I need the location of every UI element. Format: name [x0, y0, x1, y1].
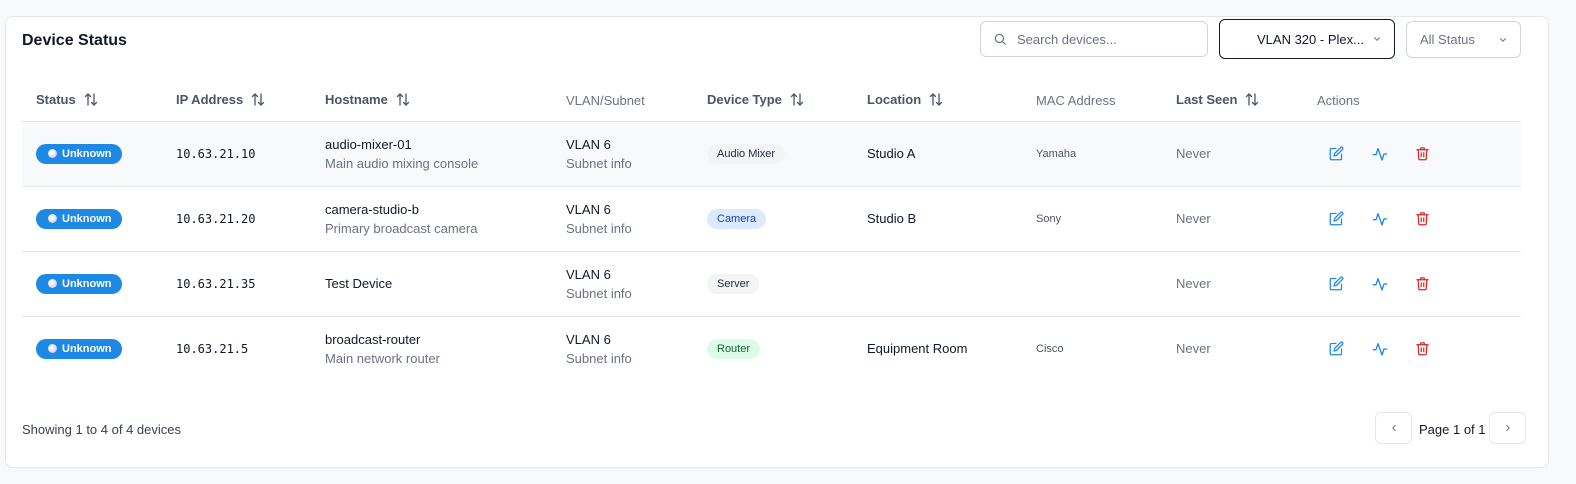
status-filter-value: All Status — [1420, 32, 1475, 47]
ip-address: 10.63.21.5 — [176, 341, 249, 356]
sort-arrows-icon[interactable] — [1245, 92, 1259, 109]
trash-icon[interactable] — [1413, 209, 1432, 228]
device-type-badge: Camera — [707, 208, 767, 229]
location: Equipment Room — [867, 341, 968, 357]
column-header-vlan: VLAN/Subnet — [566, 80, 707, 122]
chevron-left-icon — [1391, 424, 1396, 432]
row-actions — [1317, 274, 1521, 293]
status-badge: Unknown — [36, 208, 122, 229]
pagination-summary: Showing 1 to 4 of 4 devices — [22, 422, 181, 437]
hostname: camera-studio-b — [325, 201, 419, 217]
device-description: Main network router — [325, 350, 440, 366]
chevron-right-icon — [1505, 424, 1510, 432]
sort-arrows-icon[interactable] — [396, 92, 410, 109]
trash-icon[interactable] — [1413, 274, 1432, 293]
last-seen: Never — [1176, 186, 1317, 252]
page-indicator: Page 1 of 1 — [1419, 422, 1486, 437]
status-badge: Unknown — [36, 273, 122, 294]
column-header-ip[interactable]: IP Address — [176, 80, 325, 122]
previous-page-button[interactable] — [1375, 412, 1412, 444]
status-badge: Unknown — [36, 143, 122, 164]
subnet-info: Subnet info — [566, 155, 632, 171]
search-icon — [994, 33, 1006, 45]
vlan-label: VLAN 6 — [566, 136, 611, 152]
edit-icon[interactable] — [1327, 274, 1346, 293]
vlan-label: VLAN 6 — [566, 266, 611, 282]
row-actions — [1317, 209, 1521, 228]
next-page-button[interactable] — [1489, 412, 1526, 444]
location: Studio A — [867, 121, 1036, 187]
column-header-device-type[interactable]: Device Type — [707, 80, 867, 122]
table-row[interactable]: Unknown 10.63.21.20 camera-studio-b Prima… — [22, 186, 1521, 252]
status-dot-icon — [48, 344, 57, 354]
page-title: Device Status — [22, 32, 127, 49]
ip-address: 10.63.21.10 — [176, 121, 325, 187]
subnet-info: Subnet info — [566, 285, 632, 301]
last-seen: Never — [1176, 341, 1211, 357]
vlan-label: VLAN 6 — [566, 331, 611, 347]
ip-address: 10.63.21.20 — [176, 186, 325, 252]
hostname: Test Device — [325, 276, 393, 291]
device-description: Main audio mixing console — [325, 155, 479, 171]
status-filter-select[interactable]: All Status — [1406, 21, 1521, 58]
sort-arrows-icon[interactable] — [929, 92, 943, 109]
table-header-row: Status IP Address Hostname VLAN/Subnet D… — [22, 80, 1521, 122]
location: Studio B — [867, 186, 1036, 252]
edit-icon[interactable] — [1327, 209, 1346, 228]
mac-address: Yamaha — [1036, 121, 1176, 187]
vlan-filter-value: VLAN 320 - Plex... — [1257, 31, 1364, 47]
hostname: broadcast-router — [325, 331, 421, 347]
trash-icon[interactable] — [1413, 339, 1432, 358]
hostname: audio-mixer-01 — [325, 136, 412, 152]
table-row[interactable]: Unknown 10.63.21.5 broadcast-router Main … — [22, 316, 1521, 381]
search-input[interactable] — [1017, 31, 1187, 47]
search-box[interactable] — [980, 21, 1208, 57]
table-row[interactable]: Unknown 10.63.21.35 Test Device VLAN 6 Su… — [22, 251, 1521, 317]
chevron-down-icon — [1499, 37, 1507, 42]
device-type-badge: Router — [707, 338, 761, 359]
device-type-badge: Server — [707, 273, 760, 294]
last-seen: Never — [1176, 251, 1317, 317]
activity-icon[interactable] — [1370, 209, 1389, 228]
column-header-mac: MAC Address — [1036, 80, 1176, 122]
trash-icon[interactable] — [1413, 144, 1432, 163]
activity-icon[interactable] — [1370, 339, 1389, 358]
activity-icon[interactable] — [1370, 274, 1389, 293]
last-seen: Never — [1176, 121, 1317, 187]
chevron-down-icon — [1373, 37, 1381, 41]
row-actions — [1317, 339, 1521, 358]
column-header-location[interactable]: Location — [867, 80, 1036, 122]
column-header-hostname[interactable]: Hostname — [325, 80, 566, 122]
sort-arrows-icon[interactable] — [84, 92, 98, 109]
subnet-info: Subnet info — [566, 220, 632, 236]
edit-icon[interactable] — [1327, 339, 1346, 358]
row-actions — [1317, 144, 1521, 163]
activity-icon[interactable] — [1370, 144, 1389, 163]
table-row[interactable]: Unknown 10.63.21.10 audio-mixer-01 Main a… — [22, 121, 1521, 187]
device-description: Primary broadcast camera — [325, 220, 478, 236]
column-header-status[interactable]: Status — [22, 80, 176, 122]
edit-icon[interactable] — [1327, 144, 1346, 163]
status-badge: Unknown — [36, 338, 122, 359]
mac-address: Sony — [1036, 186, 1176, 252]
mac-address: Cisco — [1036, 342, 1064, 355]
ip-address: 10.63.21.35 — [176, 251, 325, 317]
sort-arrows-icon[interactable] — [790, 92, 804, 109]
column-header-last-seen[interactable]: Last Seen — [1176, 80, 1317, 122]
vlan-label: VLAN 6 — [566, 201, 611, 217]
sort-arrows-icon[interactable] — [251, 92, 265, 109]
location — [867, 251, 1036, 317]
subnet-info: Subnet info — [566, 350, 632, 366]
column-header-actions: Actions — [1317, 80, 1521, 122]
status-dot-icon — [48, 149, 57, 158]
vlan-filter-select[interactable]: VLAN 320 - Plex... — [1219, 19, 1395, 59]
status-dot-icon — [48, 214, 57, 223]
device-table: Status IP Address Hostname VLAN/Subnet D… — [22, 80, 1521, 381]
status-dot-icon — [48, 279, 57, 288]
device-type-badge: Audio Mixer — [707, 143, 786, 164]
mac-address — [1036, 251, 1176, 317]
